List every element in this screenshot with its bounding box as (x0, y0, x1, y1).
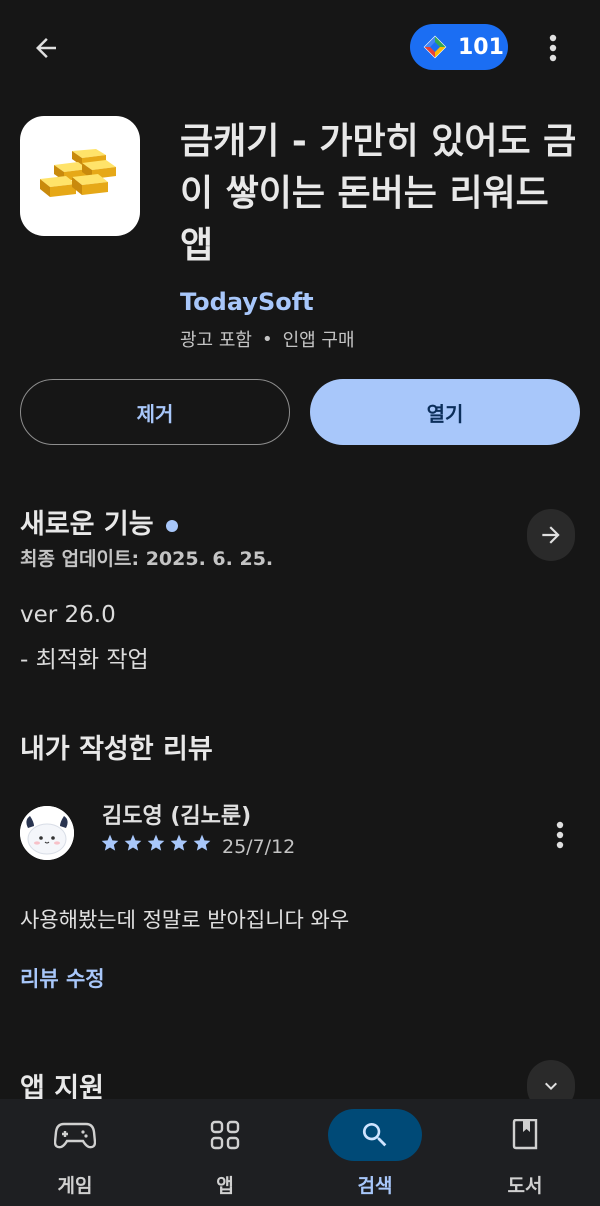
review-rating-stars (100, 833, 212, 853)
more-vert-icon (556, 821, 564, 849)
points-value: 101 (458, 34, 504, 60)
changelog-text: - 최적화 작업 (20, 647, 149, 673)
search-icon (362, 1123, 387, 1147)
star-icon (193, 834, 211, 851)
review-date: 25/7/12 (222, 836, 296, 858)
nav-books[interactable]: 도서 (450, 1099, 600, 1206)
edit-review-link[interactable]: 리뷰 수정 (20, 963, 105, 993)
last-updated: 최종 업데이트: 2025. 6. 25. (20, 548, 274, 570)
contains-ads-label: 광고 포함 (180, 330, 252, 351)
whats-new-arrow-button[interactable] (527, 509, 575, 561)
reviewer-name: 김도영 (김노룬) (102, 804, 252, 829)
avatar (20, 806, 74, 860)
version-text: ver 26.0 (20, 602, 116, 628)
star-icon (124, 834, 142, 851)
nav-games[interactable]: 게임 (0, 1099, 150, 1206)
gold-bars-icon (40, 149, 116, 197)
nav-search-label: 검색 (357, 1175, 393, 1197)
avatar-character-icon (20, 806, 74, 860)
new-indicator-dot (165, 519, 178, 532)
book-icon (512, 1119, 538, 1150)
app-title: 금캐기 - 가만히 있어도 금이 쌓이는 돈버는 리워드 앱 (180, 121, 577, 266)
open-button[interactable]: 열기 (310, 379, 580, 445)
star-icon (147, 834, 165, 851)
nav-search[interactable]: 검색 (300, 1099, 450, 1206)
review-body: 사용해봤는데 정말로 받아집니다 와우 (20, 908, 350, 932)
apps-grid-icon (210, 1120, 240, 1150)
developer-link[interactable]: TodaySoft (180, 288, 314, 316)
star-icon (170, 834, 188, 851)
nav-apps-label: 앱 (216, 1175, 234, 1197)
more-options-button[interactable] (538, 26, 568, 70)
meta-separator: • (261, 328, 273, 350)
review-more-button[interactable] (545, 815, 575, 855)
app-details-screen: 101 금캐기 - 가만히 있어도 금이 쌓이는 돈버는 리워드 앱 Today… (0, 0, 600, 1206)
star-icon (101, 834, 119, 851)
play-points-icon (423, 35, 447, 59)
arrow-back-icon (36, 38, 56, 58)
whats-new-title: 새로운 기능 (20, 509, 154, 540)
nav-books-label: 도서 (507, 1175, 543, 1197)
app-meta: 광고 포함 • 인앱 구매 (180, 326, 355, 352)
gamepad-icon (54, 1122, 96, 1149)
back-button[interactable] (22, 26, 70, 70)
whats-new-heading[interactable]: 새로운 기능 (20, 502, 178, 541)
in-app-purchases-label: 인앱 구매 (282, 330, 355, 351)
uninstall-button[interactable]: 제거 (20, 379, 290, 445)
chevron-down-icon (545, 1082, 557, 1090)
arrow-forward-icon (542, 526, 560, 544)
more-vert-icon (549, 34, 557, 62)
nav-apps[interactable]: 앱 (150, 1099, 300, 1206)
nav-games-label: 게임 (57, 1175, 93, 1197)
app-icon (20, 116, 140, 236)
play-points-chip[interactable]: 101 (410, 24, 508, 70)
bottom-navigation: 게임 앱 검색 도서 (0, 1099, 600, 1206)
my-review-heading: 내가 작성한 리뷰 (20, 734, 213, 765)
